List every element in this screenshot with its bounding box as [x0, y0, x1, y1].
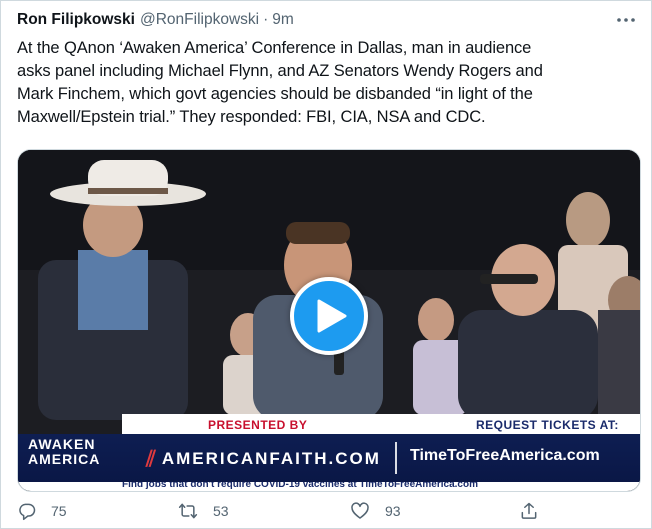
like-button[interactable]: 93 — [349, 501, 401, 521]
share-icon — [521, 502, 537, 519]
timestamp[interactable]: 9m — [272, 11, 294, 29]
ticker-text: Find jobs that don't require COVID-19 va… — [122, 482, 478, 490]
sponsor-text: AMERICANFAITH.COM — [161, 449, 381, 468]
banner-divider — [395, 442, 397, 474]
author-name[interactable]: Ron Filipkowski — [17, 11, 135, 29]
banner-request-tickets: REQUEST TICKETS AT: — [476, 418, 619, 432]
author-handle[interactable]: @RonFilipkowski — [140, 11, 259, 29]
retweet-button[interactable]: 53 — [177, 501, 229, 521]
action-bar: 75 53 93 — [17, 501, 637, 525]
reply-icon — [19, 503, 36, 521]
logo-line-1: AWAKEN — [28, 436, 96, 452]
site-text: TimeToFreeAmerica.com — [410, 447, 600, 464]
like-count: 93 — [385, 503, 401, 519]
tweet-header: Ron Filipkowski @RonFilipkowski · 9m — [17, 10, 294, 30]
play-icon — [317, 299, 347, 333]
more-icon[interactable] — [615, 11, 637, 29]
play-button[interactable] — [290, 277, 368, 355]
tweet-text: At the QAnon ‘Awaken America’ Conference… — [17, 39, 543, 126]
retweet-count: 53 — [213, 503, 229, 519]
ticker-bar: Find jobs that don't require COVID-19 va… — [18, 482, 640, 491]
share-button[interactable] — [519, 501, 553, 521]
video-player[interactable]: PRESENTED BY REQUEST TICKETS AT: AWAKEN … — [17, 149, 641, 492]
logo-line-2: AMERICA — [28, 451, 101, 467]
separator-dot: · — [263, 11, 269, 28]
reply-button[interactable]: 75 — [17, 501, 67, 521]
reply-count: 75 — [51, 503, 67, 519]
banner-presented-by: PRESENTED BY — [208, 418, 308, 432]
af-mark-icon: ⫽ — [146, 446, 156, 471]
american-faith-logo: ⫽ AMERICANFAITH.COM — [146, 446, 381, 472]
awaken-america-logo: AWAKEN AMERICA — [28, 437, 122, 481]
tweet-card[interactable]: Ron Filipkowski @RonFilipkowski · 9m At … — [0, 0, 652, 529]
like-icon — [351, 502, 369, 519]
retweet-icon — [178, 503, 198, 519]
